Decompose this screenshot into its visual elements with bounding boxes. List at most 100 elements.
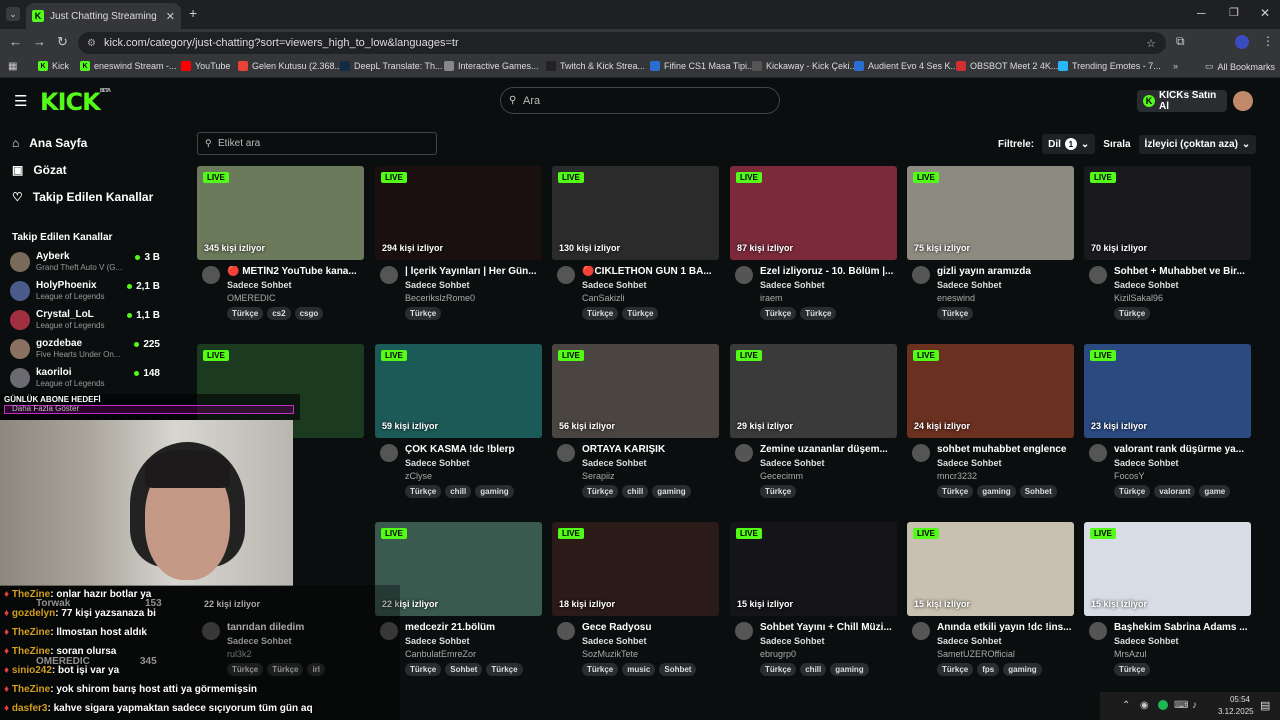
stream-category[interactable]: Sadece Sohbet bbox=[1114, 458, 1179, 468]
tag-chip[interactable]: Sohbet bbox=[445, 663, 483, 676]
volume-icon[interactable]: ♪ bbox=[1192, 700, 1197, 711]
stream-thumbnail[interactable]: LIVE 59 kişi izliyor bbox=[375, 344, 542, 438]
streamer-avatar[interactable] bbox=[1089, 622, 1107, 640]
tag-chip[interactable]: Türkçe bbox=[760, 485, 797, 498]
stream-thumbnail[interactable]: LIVE 75 kişi izliyor bbox=[907, 166, 1074, 260]
stream-title[interactable]: valorant rank düşürme ya... bbox=[1114, 444, 1249, 455]
clock-date[interactable]: 3.12.2025 bbox=[1218, 707, 1254, 716]
tag-chip[interactable]: cs2 bbox=[267, 307, 291, 320]
stream-category[interactable]: Sadece Sohbet bbox=[1114, 280, 1179, 290]
kick-logo[interactable]: KICKBETA bbox=[40, 88, 111, 116]
tag-chip[interactable]: Türkçe bbox=[937, 485, 974, 498]
streamer-name[interactable]: mncr3232 bbox=[937, 471, 977, 481]
nav-following[interactable]: ♡ Takip Edilen Kanallar bbox=[12, 190, 153, 204]
tag-chip[interactable]: fps bbox=[977, 663, 1000, 676]
minimize-icon[interactable]: ─ bbox=[1197, 6, 1206, 20]
more-bookmarks-icon[interactable]: » bbox=[1173, 61, 1178, 71]
clock-time[interactable]: 05:54 bbox=[1228, 695, 1252, 704]
streamer-avatar[interactable] bbox=[202, 266, 220, 284]
tag-chip[interactable]: game bbox=[1199, 485, 1231, 498]
chat-username[interactable]: sinio242 bbox=[12, 665, 52, 676]
stream-thumbnail[interactable]: LIVE 24 kişi izliyor bbox=[907, 344, 1074, 438]
tag-chip[interactable]: chill bbox=[445, 485, 472, 498]
stream-thumbnail[interactable]: LIVE 130 kişi izliyor bbox=[552, 166, 719, 260]
stream-card[interactable]: LIVE 15 kişi izliyor Başhekim Sabrina Adam… bbox=[1084, 522, 1251, 692]
tag-chip[interactable]: Türkçe bbox=[582, 307, 619, 320]
stream-thumbnail[interactable]: LIVE 18 kişi izliyor bbox=[552, 522, 719, 616]
streamer-avatar[interactable] bbox=[380, 266, 398, 284]
streamer-avatar[interactable] bbox=[912, 622, 930, 640]
chat-username[interactable]: TheZine bbox=[12, 627, 50, 638]
stream-title[interactable]: Sohbet + Muhabbet ve Bir... bbox=[1114, 266, 1249, 277]
chat-username[interactable]: TheZine bbox=[12, 589, 50, 600]
bookmark-fifine[interactable]: Fifine CS1 Masa Tipi... bbox=[650, 61, 755, 71]
chat-username[interactable]: dasfer3 bbox=[12, 703, 48, 714]
user-avatar[interactable] bbox=[1233, 91, 1253, 111]
chat-username[interactable]: TheZine bbox=[12, 684, 50, 695]
tag-chip[interactable]: gaming bbox=[475, 485, 514, 498]
stream-category[interactable]: Sadece Sohbet bbox=[760, 636, 825, 646]
stream-title[interactable]: Anında etkili yayın !dc !ins... bbox=[937, 622, 1072, 633]
sort-dropdown[interactable]: İzleyici (çoktan aza) ⌄ bbox=[1138, 134, 1257, 154]
bookmark-deepl[interactable]: DeepL Translate: Th... bbox=[340, 61, 443, 71]
stream-card[interactable]: LIVE 130 kişi izliyor 🔴CIKLETHON GÜN 1 BA.… bbox=[552, 166, 719, 336]
bookmark-kick[interactable]: K Kick bbox=[38, 61, 69, 71]
streamer-avatar[interactable] bbox=[557, 444, 575, 462]
stream-title[interactable]: sohbet muhabbet englence bbox=[937, 444, 1072, 455]
site-info-icon[interactable]: ⚙ bbox=[87, 38, 96, 49]
stream-card[interactable]: LIVE 15 kişi izliyor Anında etkili yayın !… bbox=[907, 522, 1074, 692]
streamer-avatar[interactable] bbox=[557, 266, 575, 284]
stream-category[interactable]: Sadece Sohbet bbox=[582, 636, 647, 646]
streamer-avatar[interactable] bbox=[912, 444, 930, 462]
streamer-avatar[interactable] bbox=[1089, 444, 1107, 462]
maximize-icon[interactable]: ❐ bbox=[1229, 6, 1239, 19]
tag-chip[interactable]: Türkçe bbox=[1114, 307, 1151, 320]
stream-title[interactable]: 🔴CIKLETHON GÜN 1 BA... bbox=[582, 266, 717, 277]
stream-title[interactable]: Gece Radyosu bbox=[582, 622, 717, 633]
back-icon[interactable]: ← bbox=[9, 34, 22, 49]
tag-chip[interactable]: Türkçe bbox=[582, 663, 619, 676]
tag-chip[interactable]: gaming bbox=[830, 663, 869, 676]
profile-avatar[interactable] bbox=[1235, 35, 1249, 49]
chat-username[interactable]: TheZine bbox=[12, 646, 50, 657]
chat-username[interactable]: gozdelyn bbox=[12, 608, 55, 619]
bookmark-obsbot[interactable]: OBSBOT Meet 2 4K... bbox=[956, 61, 1058, 71]
stream-thumbnail[interactable]: LIVE 294 kişi izliyor bbox=[375, 166, 542, 260]
stream-card[interactable]: LIVE 24 kişi izliyor sohbet muhabbet engle… bbox=[907, 344, 1074, 514]
show-more-link[interactable]: Daha Fazla Göster bbox=[12, 404, 79, 413]
url-field[interactable]: ⚙ kick.com/category/just-chatting?sort=v… bbox=[78, 32, 1166, 54]
tag-chip[interactable]: Türkçe bbox=[800, 307, 837, 320]
tab-list-icon[interactable]: ⌄ bbox=[6, 7, 20, 21]
close-window-icon[interactable]: ✕ bbox=[1260, 6, 1270, 20]
tag-chip[interactable]: Sohbet bbox=[1019, 485, 1057, 498]
streamer-name[interactable]: iraem bbox=[760, 293, 783, 303]
bookmark-eneswind[interactable]: Keneswind Stream -... bbox=[80, 61, 177, 71]
tag-chip[interactable]: Türkçe bbox=[405, 485, 442, 498]
stream-title[interactable]: Başhekim Sabrina Adams ... bbox=[1114, 622, 1249, 633]
tag-chip[interactable]: music bbox=[622, 663, 656, 676]
discord-icon[interactable]: ◉ bbox=[1140, 700, 1149, 711]
tag-chip[interactable]: chill bbox=[622, 485, 649, 498]
streamer-name[interactable]: FocosY bbox=[1114, 471, 1145, 481]
tag-chip[interactable]: gaming bbox=[652, 485, 691, 498]
stream-title[interactable]: medcezir 21.bölüm bbox=[405, 622, 540, 633]
followed-channel[interactable]: Crystal_LoL League of Legends 1,1 B bbox=[10, 309, 160, 335]
stream-category[interactable]: Sadece Sohbet bbox=[582, 280, 647, 290]
bookmark-7tv[interactable]: Trending Emotes - 7... bbox=[1058, 61, 1161, 71]
stream-category[interactable]: Sadece Sohbet bbox=[760, 458, 825, 468]
bookmark-youtube[interactable]: YouTube bbox=[181, 61, 230, 71]
stream-card[interactable]: LIVE 87 kişi izliyor Ezel izliyoruz - 10. … bbox=[730, 166, 897, 336]
bookmark-audient[interactable]: Audient Evo 4 Ses K... bbox=[854, 61, 958, 71]
tag-chip[interactable]: Türkçe bbox=[227, 307, 264, 320]
streamer-avatar[interactable] bbox=[735, 622, 753, 640]
stream-card[interactable]: LIVE 294 kişi izliyor | İçerik Yayınları |… bbox=[375, 166, 542, 336]
stream-title[interactable]: ÇOK KASMA !dc !blerp bbox=[405, 444, 540, 455]
stream-category[interactable]: Sadece Sohbet bbox=[937, 458, 1002, 468]
streamer-avatar[interactable] bbox=[557, 622, 575, 640]
stream-thumbnail[interactable]: LIVE 23 kişi izliyor bbox=[1084, 344, 1251, 438]
hamburger-menu-icon[interactable]: ☰ bbox=[14, 92, 27, 110]
tag-chip[interactable]: Türkçe bbox=[582, 485, 619, 498]
apps-icon[interactable]: ▦ bbox=[8, 61, 17, 72]
tag-chip[interactable]: Türkçe bbox=[405, 663, 442, 676]
network-icon[interactable]: ⌨ bbox=[1174, 700, 1188, 711]
